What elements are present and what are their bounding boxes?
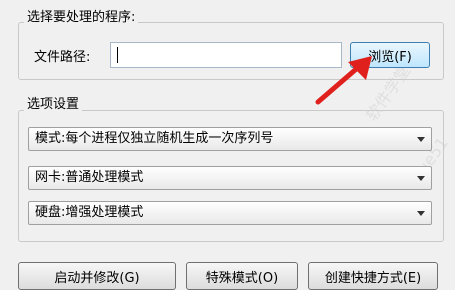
file-path-label: 文件路径: [34, 50, 91, 65]
special-mode-button[interactable]: 特殊模式(O) [186, 262, 298, 290]
file-group-title: 选择要处理的程序: [24, 6, 139, 25]
disk-select-value: 硬盘:增强处理模式 [35, 205, 144, 220]
text-caret [117, 47, 118, 63]
chevron-down-icon [417, 211, 425, 216]
create-shortcut-button[interactable]: 创建快捷方式(E) [308, 262, 438, 290]
mode-select[interactable]: 模式:每个进程仅独立随机生成一次序列号 [28, 127, 432, 151]
chevron-down-icon [417, 137, 425, 142]
chevron-down-icon [417, 176, 425, 181]
start-modify-button[interactable]: 启动并修改(G) [18, 262, 176, 290]
nic-select[interactable]: 网卡:普通处理模式 [28, 166, 432, 190]
mode-select-value: 模式:每个进程仅独立随机生成一次序列号 [35, 131, 274, 146]
disk-select[interactable]: 硬盘:增强处理模式 [28, 201, 432, 225]
nic-select-value: 网卡:普通处理模式 [35, 170, 144, 185]
annotation-arrow-icon [315, 56, 372, 105]
options-group-title: 选项设置 [24, 93, 83, 112]
